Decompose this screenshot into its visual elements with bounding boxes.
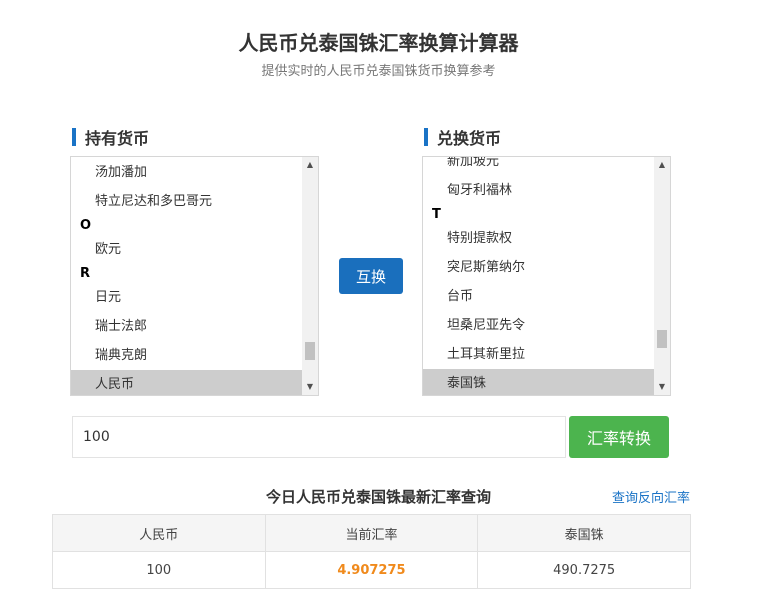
scroll-down-arrow-icon[interactable]: ▼ <box>302 379 318 395</box>
currency-option[interactable]: 匈牙利福林 <box>423 176 654 205</box>
option-group-label: T <box>432 207 441 222</box>
to-amount-cell: 490.7275 <box>477 551 691 589</box>
table-row: 100 4.907275 490.7275 <box>52 551 691 589</box>
currency-option[interactable]: 台币 <box>423 282 654 311</box>
scroll-down-arrow-icon[interactable]: ▼ <box>654 379 670 395</box>
currency-option[interactable]: 瑞典克朗 <box>71 341 302 370</box>
to-currency-listbox[interactable]: 新加坡元 匈牙利福林 T 特别提款权 突尼斯第纳尔 台币 坦桑尼亚先令 土耳其新里拉 泰国铢 ▲… <box>422 156 671 396</box>
rate-table: 人民币 当前汇率 泰国铢 100 4.907275 490.7275 <box>52 514 691 589</box>
to-currency-label: 兑换货币 <box>437 129 502 148</box>
current-rate-cell: 4.907275 <box>264 551 479 589</box>
reverse-rate-link[interactable]: 查询反向汇率 <box>612 487 690 506</box>
to-list-scrollbar[interactable]: ▲ ▼ <box>654 157 670 395</box>
currency-option[interactable]: 瑞士法郎 <box>71 312 302 341</box>
from-currency-label: 持有货币 <box>85 129 150 148</box>
from-currency-options: 汤加潘加 特立尼达和多巴哥元 O 欧元 R 日元 瑞士法郎 瑞典克朗 人民币 <box>71 158 302 395</box>
currency-option-selected[interactable]: 泰国铢 <box>423 369 654 395</box>
option-group-label: R <box>80 266 91 281</box>
heading-accent-bar <box>72 128 76 146</box>
currency-option[interactable]: 欧元 <box>71 235 302 264</box>
currency-option[interactable]: 汤加潘加 <box>71 158 302 187</box>
heading-accent-bar <box>424 128 428 146</box>
convert-button[interactable]: 汇率转换 <box>569 416 669 458</box>
column-header-rate: 当前汇率 <box>264 514 479 552</box>
currency-option[interactable]: 土耳其新里拉 <box>423 340 654 369</box>
from-currency-listbox[interactable]: 汤加潘加 特立尼达和多巴哥元 O 欧元 R 日元 瑞士法郎 瑞典克朗 人民币 ▲ ▼ <box>70 156 319 396</box>
swap-currencies-button[interactable]: 互换 <box>339 258 403 294</box>
scroll-thumb[interactable] <box>305 342 315 360</box>
from-currency-heading: 持有货币 <box>72 125 149 149</box>
currency-option[interactable]: 突尼斯第纳尔 <box>423 253 654 282</box>
page-title: 人民币兑泰国铢汇率换算计算器 <box>238 31 519 55</box>
table-header-row: 人民币 当前汇率 泰国铢 <box>52 514 691 552</box>
from-amount-cell: 100 <box>52 551 266 589</box>
scroll-up-arrow-icon[interactable]: ▲ <box>302 157 318 173</box>
from-list-scrollbar[interactable]: ▲ ▼ <box>302 157 318 395</box>
column-header-from: 人民币 <box>52 514 266 552</box>
currency-option[interactable]: 坦桑尼亚先令 <box>423 311 654 340</box>
to-currency-heading: 兑换货币 <box>424 125 501 149</box>
currency-option[interactable]: 特立尼达和多巴哥元 <box>71 187 302 216</box>
page-subtitle: 提供实时的人民币兑泰国铢货币换算参考 <box>261 64 496 79</box>
column-header-to: 泰国铢 <box>477 514 691 552</box>
currency-option[interactable]: 新加坡元 <box>423 157 654 176</box>
scroll-thumb[interactable] <box>657 330 667 348</box>
currency-option[interactable]: 日元 <box>71 283 302 312</box>
currency-option-selected[interactable]: 人民币 <box>71 370 302 395</box>
to-currency-options: 新加坡元 匈牙利福林 T 特别提款权 突尼斯第纳尔 台币 坦桑尼亚先令 土耳其新里拉 泰国铢 <box>423 157 654 395</box>
option-group-label: O <box>80 218 92 233</box>
currency-option[interactable]: 特别提款权 <box>423 224 654 253</box>
amount-input[interactable] <box>72 416 566 458</box>
scroll-up-arrow-icon[interactable]: ▲ <box>654 157 670 173</box>
